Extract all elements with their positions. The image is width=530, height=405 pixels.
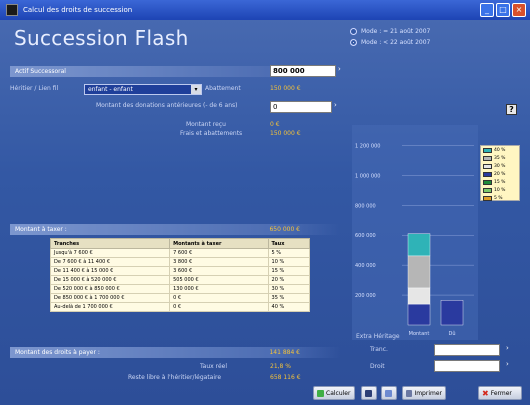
table-header: Tranches xyxy=(49,238,171,249)
table-row: Jusqu'à 7 600 €7 600 €5 % xyxy=(49,248,311,258)
extra-input-1[interactable] xyxy=(434,344,500,356)
reste-label: Reste libre à l'héritier/légataire xyxy=(128,374,222,381)
arrow-icon: › xyxy=(338,65,341,73)
taux-value: 21,8 % xyxy=(270,363,291,370)
y-tick-label: 600 000 xyxy=(355,233,376,239)
legend-swatch xyxy=(483,179,492,185)
y-tick-label: 200 000 xyxy=(355,293,376,299)
chevron-down-icon: ▾ xyxy=(191,85,201,94)
y-tick-label: 800 000 xyxy=(355,203,376,209)
arrow-icon: › xyxy=(506,344,509,352)
extra-input-2[interactable] xyxy=(434,360,500,372)
x-category-label: Montant xyxy=(409,331,430,337)
tax-table: Tranches Montants à taxer Taux Jusqu'à 7… xyxy=(49,238,311,312)
legend-item: 15 % xyxy=(481,178,519,186)
help-icon[interactable]: ? xyxy=(506,104,517,115)
extra-label-1: Tranc. xyxy=(370,346,388,353)
part-band: Montant à taxer : 650 000 € xyxy=(10,224,340,235)
fermer-button[interactable]: ✖ Fermer xyxy=(478,386,522,400)
bar-segment xyxy=(407,287,431,305)
maximize-button[interactable]: □ xyxy=(496,3,510,17)
legend-label: 20 % xyxy=(494,171,506,177)
imprimer-button[interactable]: Imprimer xyxy=(402,386,446,400)
bar-segment xyxy=(440,300,464,326)
save-button[interactable] xyxy=(361,386,377,400)
y-tick-label: 1 200 000 xyxy=(355,143,380,149)
lien-select[interactable]: enfant - enfant ▾ xyxy=(84,84,202,95)
legend-item: 10 % xyxy=(481,186,519,194)
chart-legend: 40 % 35 % 30 % 20 % 15 % 10 % 5 % xyxy=(480,145,520,201)
legend-label: 5 % xyxy=(494,195,503,201)
extra-label-2: Droit xyxy=(370,363,385,370)
x-category-label: Dû xyxy=(448,330,455,337)
legend-label: 30 % xyxy=(494,163,506,169)
table-row: Au-delà de 1 700 000 €0 €40 % xyxy=(49,302,311,312)
bar-segment xyxy=(407,303,431,326)
close-button[interactable]: × xyxy=(512,3,526,17)
table-row: De 11 400 € à 15 000 €3 600 €15 % xyxy=(49,266,311,276)
save-icon xyxy=(365,389,372,397)
app-title: Succession Flash xyxy=(14,26,189,50)
legend-item: 5 % xyxy=(481,194,519,202)
legend-label: 10 % xyxy=(494,187,506,193)
result-value-1: 0 € xyxy=(270,121,280,128)
reste-value: 658 116 € xyxy=(270,374,301,381)
radio-mode-1[interactable] xyxy=(350,28,357,35)
close-x-icon: ✖ xyxy=(482,388,489,398)
legend-label: 35 % xyxy=(494,155,506,161)
legend-swatch xyxy=(483,163,492,169)
y-tick-label: 1 000 000 xyxy=(355,173,380,179)
arrow-icon: › xyxy=(506,360,509,368)
result-label-2: Frais et abattements xyxy=(180,130,243,137)
extra-title: Extra Héritage xyxy=(356,333,400,340)
donations-input[interactable]: 0 xyxy=(270,101,332,113)
legend-item: 30 % xyxy=(481,162,519,170)
donations-label: Montant des donations antérieures (- de … xyxy=(96,102,238,109)
legend-swatch xyxy=(483,171,492,177)
table-header: Montants à taxer xyxy=(169,238,269,249)
bar-segment xyxy=(407,255,431,289)
legend-item: 40 % xyxy=(481,146,519,154)
title-bar: Calcul des droits de succession _ □ × xyxy=(0,0,530,20)
bar-segment xyxy=(407,233,431,257)
taux-label: Taux réel xyxy=(200,363,227,370)
legend-swatch xyxy=(483,155,492,161)
main-panel: Succession Flash Mode : = 21 août 2007 M… xyxy=(0,20,530,405)
arrow-icon: › xyxy=(334,101,337,109)
table-row: De 850 000 € à 1 700 000 €0 €35 % xyxy=(49,293,311,303)
legend-item: 20 % xyxy=(481,170,519,178)
radio-mode-2[interactable] xyxy=(350,39,357,46)
mode-option-2[interactable]: Mode : < 22 août 2007 xyxy=(350,39,430,46)
legend-label: 40 % xyxy=(494,147,506,153)
table-row: De 15 000 € à 520 000 €505 000 €20 % xyxy=(49,275,311,285)
result-label-1: Montant reçu xyxy=(186,121,226,128)
calculator-icon xyxy=(317,389,324,397)
app-icon xyxy=(6,4,18,16)
result-value-2: 150 000 € xyxy=(270,130,301,137)
droits-band: Montant des droits à payer : 141 884 € xyxy=(10,347,340,358)
minimize-button[interactable]: _ xyxy=(480,3,494,17)
legend-item: 35 % xyxy=(481,154,519,162)
legend-swatch xyxy=(483,195,492,201)
abattement-label: Abattement xyxy=(205,85,241,92)
table-row: De 7 600 € à 11 400 €3 800 €10 % xyxy=(49,257,311,267)
printer-icon xyxy=(406,389,413,397)
legend-swatch xyxy=(483,187,492,193)
actif-input[interactable]: 800 000 xyxy=(270,65,336,77)
calculer-button[interactable]: Calculer xyxy=(313,386,355,400)
lien-label: Héritier / Lien fil xyxy=(10,85,59,92)
copy-button[interactable] xyxy=(381,386,397,400)
abattement-value: 150 000 € xyxy=(270,85,301,92)
window-title: Calcul des droits de succession xyxy=(23,6,133,14)
stacked-bar-chart: 1 200 000 1 000 000 800 000 600 000 400 000 2… xyxy=(352,125,478,340)
mode-option-1[interactable]: Mode : = 21 août 2007 xyxy=(350,28,430,35)
legend-label: 15 % xyxy=(494,179,506,185)
table-row: De 520 000 € à 850 000 €130 000 €30 % xyxy=(49,284,311,294)
y-tick-label: 400 000 xyxy=(355,263,376,269)
copy-icon xyxy=(385,389,392,397)
legend-swatch xyxy=(483,147,492,153)
table-header: Taux xyxy=(267,238,311,249)
